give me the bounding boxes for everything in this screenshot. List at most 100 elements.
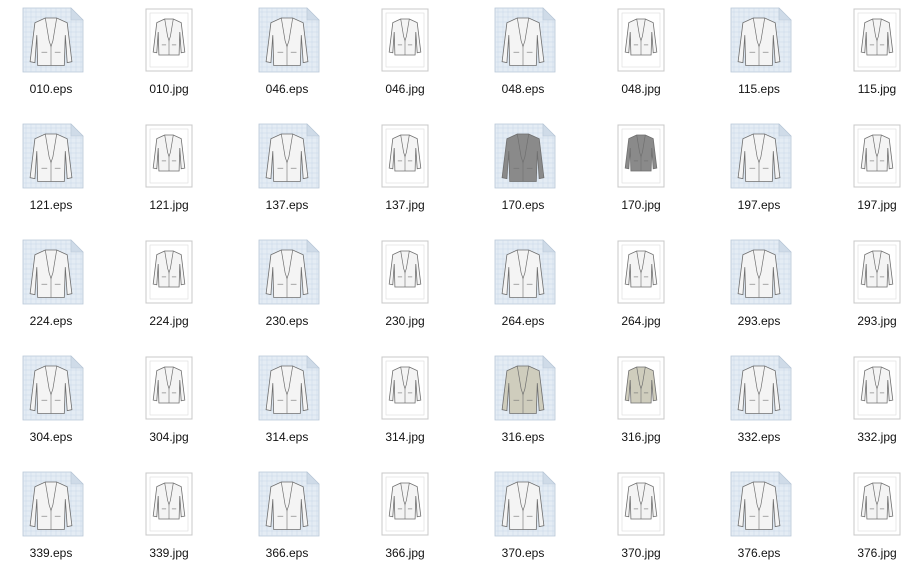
- file-item-115-eps[interactable]: 115.eps: [709, 6, 809, 106]
- file-item-366-eps[interactable]: 366.eps: [237, 470, 337, 570]
- file-item-370-eps[interactable]: 370.eps: [473, 470, 573, 570]
- jacket-thumbnail-icon: [494, 239, 556, 305]
- file-item-332-jpg[interactable]: 332.jpg: [827, 354, 919, 454]
- file-item-376-eps[interactable]: 376.eps: [709, 470, 809, 570]
- file-item-170-eps[interactable]: 170.eps: [473, 122, 573, 222]
- eps-document-icon: [1, 238, 101, 310]
- jpg-image-icon: [355, 354, 455, 426]
- file-item-332-eps[interactable]: 332.eps: [709, 354, 809, 454]
- file-item-293-jpg[interactable]: 293.jpg: [827, 238, 919, 338]
- file-name-label: 046.jpg: [385, 82, 425, 96]
- jacket-thumbnail-icon: [381, 124, 429, 188]
- jacket-thumbnail-icon: [853, 8, 901, 72]
- jacket-thumbnail-icon: [145, 472, 193, 536]
- file-item-137-jpg[interactable]: 137.jpg: [355, 122, 455, 222]
- eps-document-icon: [237, 354, 337, 426]
- jacket-thumbnail-icon: [617, 472, 665, 536]
- eps-document-icon: [1, 354, 101, 426]
- file-item-197-eps[interactable]: 197.eps: [709, 122, 809, 222]
- jacket-thumbnail-icon: [494, 471, 556, 537]
- file-name-label: 137.jpg: [385, 198, 425, 212]
- file-item-370-jpg[interactable]: 370.jpg: [591, 470, 691, 570]
- file-item-230-jpg[interactable]: 230.jpg: [355, 238, 455, 338]
- file-item-048-jpg[interactable]: 048.jpg: [591, 6, 691, 106]
- file-item-316-jpg[interactable]: 316.jpg: [591, 354, 691, 454]
- file-item-264-eps[interactable]: 264.eps: [473, 238, 573, 338]
- file-name-label: 170.jpg: [621, 198, 661, 212]
- file-name-label: 366.jpg: [385, 546, 425, 560]
- file-item-137-eps[interactable]: 137.eps: [237, 122, 337, 222]
- file-item-230-eps[interactable]: 230.eps: [237, 238, 337, 338]
- jacket-thumbnail-icon: [258, 123, 320, 189]
- file-item-046-jpg[interactable]: 046.jpg: [355, 6, 455, 106]
- file-item-170-jpg[interactable]: 170.jpg: [591, 122, 691, 222]
- eps-document-icon: [473, 354, 573, 426]
- file-name-label: 376.eps: [737, 546, 781, 560]
- file-item-264-jpg[interactable]: 264.jpg: [591, 238, 691, 338]
- eps-document-icon: [473, 6, 573, 78]
- jacket-thumbnail-icon: [381, 8, 429, 72]
- jacket-thumbnail-icon: [494, 7, 556, 73]
- file-item-224-eps[interactable]: 224.eps: [1, 238, 101, 338]
- file-grid: 010.eps 010.jpg 046.eps 046.jpg 048.eps 048.j…: [0, 0, 919, 564]
- file-name-label: 264.jpg: [621, 314, 661, 328]
- jpg-image-icon: [119, 122, 219, 194]
- file-item-293-eps[interactable]: 293.eps: [709, 238, 809, 338]
- eps-document-icon: [473, 122, 573, 194]
- file-name-label: 264.eps: [501, 314, 545, 328]
- file-name-label: 339.eps: [29, 546, 73, 560]
- file-name-label: 048.eps: [501, 82, 545, 96]
- file-name-label: 332.eps: [737, 430, 781, 444]
- file-name-label: 224.jpg: [149, 314, 189, 328]
- file-item-115-jpg[interactable]: 115.jpg: [827, 6, 919, 106]
- jacket-thumbnail-icon: [22, 123, 84, 189]
- file-item-314-jpg[interactable]: 314.jpg: [355, 354, 455, 454]
- eps-document-icon: [1, 6, 101, 78]
- file-name-label: 304.eps: [29, 430, 73, 444]
- jpg-image-icon: [355, 6, 455, 78]
- file-name-label: 121.eps: [29, 198, 73, 212]
- file-item-339-eps[interactable]: 339.eps: [1, 470, 101, 570]
- file-name-label: 370.eps: [501, 546, 545, 560]
- file-item-366-jpg[interactable]: 366.jpg: [355, 470, 455, 570]
- file-item-339-jpg[interactable]: 339.jpg: [119, 470, 219, 570]
- eps-document-icon: [709, 470, 809, 542]
- file-item-046-eps[interactable]: 046.eps: [237, 6, 337, 106]
- jpg-image-icon: [827, 238, 919, 310]
- file-item-121-eps[interactable]: 121.eps: [1, 122, 101, 222]
- file-item-224-jpg[interactable]: 224.jpg: [119, 238, 219, 338]
- file-item-304-eps[interactable]: 304.eps: [1, 354, 101, 454]
- file-item-121-jpg[interactable]: 121.jpg: [119, 122, 219, 222]
- jpg-image-icon: [119, 470, 219, 542]
- jpg-image-icon: [591, 238, 691, 310]
- jpg-image-icon: [591, 354, 691, 426]
- eps-document-icon: [1, 122, 101, 194]
- jacket-thumbnail-icon: [258, 239, 320, 305]
- jacket-thumbnail-icon: [381, 356, 429, 420]
- file-name-label: 224.eps: [29, 314, 73, 328]
- file-item-376-jpg[interactable]: 376.jpg: [827, 470, 919, 570]
- jacket-thumbnail-icon: [730, 471, 792, 537]
- jacket-thumbnail-icon: [258, 355, 320, 421]
- file-name-label: 197.jpg: [857, 198, 897, 212]
- file-name-label: 314.jpg: [385, 430, 425, 444]
- file-name-label: 332.jpg: [857, 430, 897, 444]
- file-item-314-eps[interactable]: 314.eps: [237, 354, 337, 454]
- eps-document-icon: [473, 470, 573, 542]
- jacket-thumbnail-icon: [22, 239, 84, 305]
- eps-document-icon: [237, 238, 337, 310]
- file-name-label: 316.eps: [501, 430, 545, 444]
- jpg-image-icon: [827, 6, 919, 78]
- jpg-image-icon: [827, 470, 919, 542]
- file-item-316-eps[interactable]: 316.eps: [473, 354, 573, 454]
- file-item-304-jpg[interactable]: 304.jpg: [119, 354, 219, 454]
- file-item-010-eps[interactable]: 010.eps: [1, 6, 101, 106]
- file-item-048-eps[interactable]: 048.eps: [473, 6, 573, 106]
- jacket-thumbnail-icon: [617, 8, 665, 72]
- file-item-010-jpg[interactable]: 010.jpg: [119, 6, 219, 106]
- eps-document-icon: [709, 6, 809, 78]
- jacket-thumbnail-icon: [258, 7, 320, 73]
- file-item-197-jpg[interactable]: 197.jpg: [827, 122, 919, 222]
- jpg-image-icon: [355, 122, 455, 194]
- file-name-label: 170.eps: [501, 198, 545, 212]
